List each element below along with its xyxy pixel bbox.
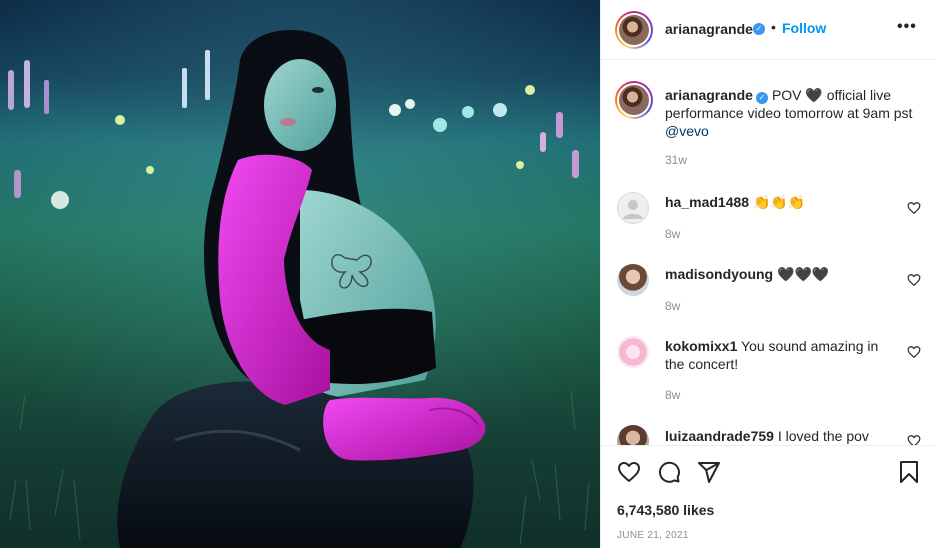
comment-icon[interactable] — [657, 460, 681, 484]
caption-mention-link[interactable]: @vevo — [665, 123, 709, 139]
post-header: arianagrande ✓ • Follow ••• — [601, 0, 936, 60]
comment-body: 🖤🖤🖤 — [777, 266, 830, 282]
caption-username[interactable]: arianagrande — [665, 87, 753, 103]
photo-illustration — [0, 0, 600, 548]
comment-timestamp[interactable]: 8w — [665, 388, 680, 402]
caption-timestamp[interactable]: 31w — [665, 153, 687, 167]
comment-body: I loved the pov — [777, 428, 869, 444]
comment-username[interactable]: ha_mad1488 — [665, 194, 749, 210]
comment-like-heart-icon[interactable] — [907, 201, 921, 215]
separator-dot: • — [771, 19, 776, 35]
comment-avatar[interactable] — [617, 336, 649, 368]
post-date[interactable]: JUNE 21, 2021 — [617, 530, 689, 541]
comment-username[interactable]: luizaandrade759 — [665, 428, 774, 444]
comment-avatar[interactable] — [617, 425, 649, 445]
default-avatar-icon — [617, 192, 649, 224]
comment-avatar[interactable] — [617, 264, 649, 296]
comments-list[interactable]: arianagrande ✓ POV 🖤 official live perform… — [601, 61, 936, 445]
comment-text: madisondyoung 🖤🖤🖤 — [665, 265, 895, 283]
share-icon[interactable] — [697, 460, 721, 484]
comment-like-heart-icon[interactable] — [907, 345, 921, 359]
comment-text: luizaandrade759 I loved the pov — [665, 427, 895, 445]
comment-body: 👏👏👏 — [752, 194, 806, 210]
comment-username[interactable]: kokomixx1 — [665, 338, 737, 354]
more-icon[interactable]: ••• — [897, 18, 917, 36]
bookmark-icon[interactable] — [897, 460, 921, 484]
comment-text: ha_mad1488 👏👏👏 — [665, 193, 895, 211]
comment-timestamp[interactable]: 8w — [665, 227, 680, 241]
comment-avatar[interactable] — [617, 192, 649, 224]
post-actions: 6,743,580 likes JUNE 21, 2021 — [601, 445, 936, 548]
comment-text: kokomixx1 You sound amazing in the conce… — [665, 337, 895, 373]
verified-badge-icon: ✓ — [753, 23, 765, 35]
comment-username[interactable]: madisondyoung — [665, 266, 773, 282]
caption-avatar[interactable] — [615, 81, 653, 119]
author-avatar[interactable] — [615, 11, 653, 49]
likes-count[interactable]: 6,743,580 likes — [617, 502, 714, 518]
verified-badge-icon: ✓ — [755, 92, 768, 104]
post-photo[interactable] — [0, 0, 600, 548]
comment-like-heart-icon[interactable] — [907, 434, 921, 445]
comment-timestamp[interactable]: 8w — [665, 299, 680, 313]
post-sidebar: arianagrande ✓ • Follow ••• arianagrande… — [600, 0, 936, 548]
author-username[interactable]: arianagrande — [665, 21, 753, 37]
caption-text: arianagrande ✓ POV 🖤 official live perform… — [665, 86, 927, 140]
heart-icon[interactable] — [617, 460, 641, 484]
follow-button[interactable]: Follow — [782, 20, 826, 36]
comment-like-heart-icon[interactable] — [907, 273, 921, 287]
